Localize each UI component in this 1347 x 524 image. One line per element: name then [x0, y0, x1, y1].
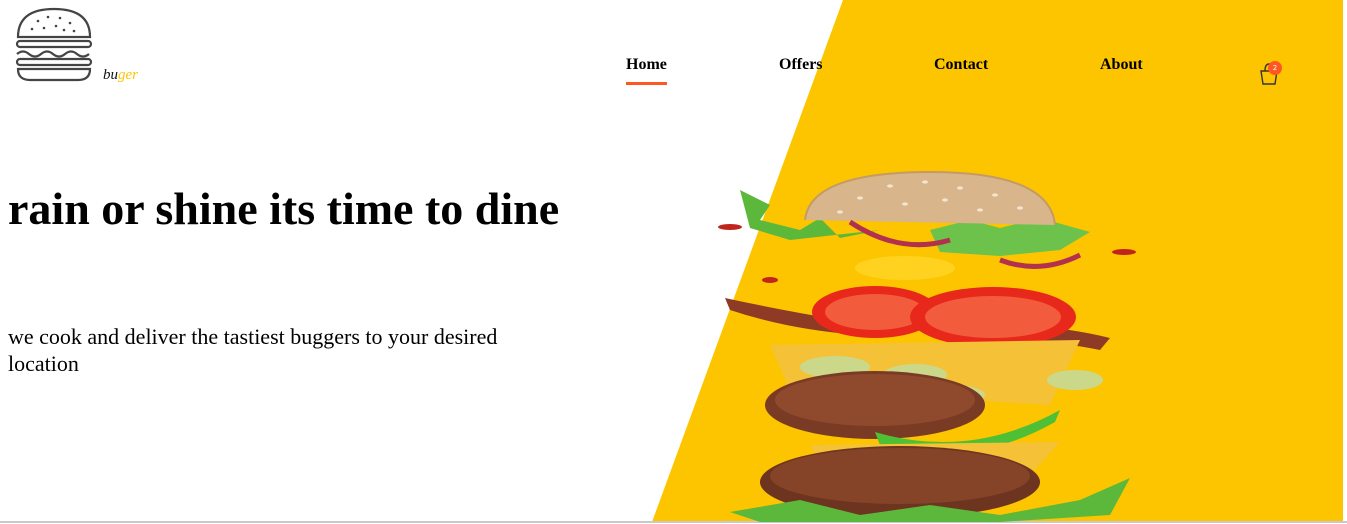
- brand-name[interactable]: buger: [103, 67, 138, 84]
- nav-active-indicator: [626, 82, 667, 85]
- nav-link-home[interactable]: Home: [626, 56, 667, 74]
- hero-title: rain or shine its time to dine: [8, 183, 560, 234]
- nav-link-contact[interactable]: Contact: [934, 56, 988, 74]
- hero-subtitle: we cook and deliver the tastiest buggers…: [8, 324, 498, 376]
- burger-hero-image: [718, 170, 1136, 522]
- cart-count-badge: 2: [1268, 61, 1282, 75]
- burger-logo-icon[interactable]: [14, 7, 94, 83]
- nav-link-about[interactable]: About: [1100, 56, 1143, 74]
- nav-link-offers[interactable]: Offers: [779, 56, 823, 74]
- brand-name-prefix: bu: [103, 67, 118, 83]
- brand-name-accent: ger: [118, 67, 138, 83]
